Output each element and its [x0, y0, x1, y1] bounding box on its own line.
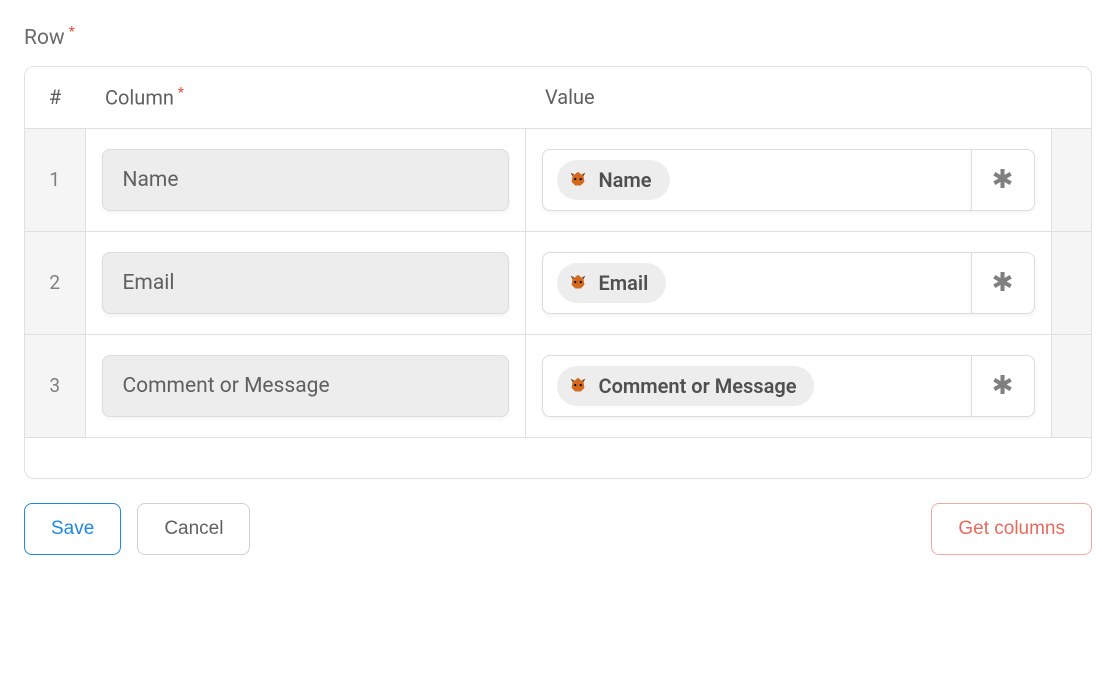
section-label-text: Row [24, 26, 65, 50]
asterisk-icon: ✱ [992, 371, 1014, 401]
required-indicator: * [69, 24, 75, 40]
cancel-button[interactable]: Cancel [137, 503, 250, 555]
value-input[interactable]: Name [542, 149, 971, 211]
header-value: Value [525, 67, 1051, 128]
value-options-button[interactable]: ✱ [971, 252, 1035, 314]
left-button-group: Save Cancel [24, 503, 250, 555]
table-footer-spacer [25, 437, 1091, 478]
table-row: 2 Email Email [25, 231, 1091, 334]
right-button-group: Get columns [931, 503, 1092, 555]
value-input[interactable]: Email [542, 252, 971, 314]
value-pill[interactable]: Comment or Message [557, 366, 815, 406]
row-trail [1051, 128, 1091, 231]
value-pill[interactable]: Email [557, 263, 667, 303]
row-trail [1051, 231, 1091, 334]
save-button[interactable]: Save [24, 503, 121, 555]
value-pill[interactable]: Name [557, 160, 670, 200]
value-pill-text: Name [599, 168, 652, 192]
action-button-row: Save Cancel Get columns [24, 503, 1092, 555]
value-options-button[interactable]: ✱ [971, 355, 1035, 417]
header-trail [1051, 67, 1091, 128]
fox-icon [567, 272, 589, 294]
value-pill-text: Comment or Message [599, 374, 797, 398]
header-num: # [25, 67, 85, 128]
row-number: 3 [25, 334, 85, 437]
row-table: # Column* Value 1 Name [25, 67, 1091, 478]
asterisk-icon: ✱ [992, 165, 1014, 195]
row-trail [1051, 334, 1091, 437]
row-number: 1 [25, 128, 85, 231]
fox-icon [567, 169, 589, 191]
table-row: 1 Name Name [25, 128, 1091, 231]
column-input[interactable]: Comment or Message [102, 355, 509, 417]
table-row: 3 Comment or Message Comment or [25, 334, 1091, 437]
column-input[interactable]: Name [102, 149, 509, 211]
header-column: Column* [85, 67, 525, 128]
get-columns-button[interactable]: Get columns [931, 503, 1092, 555]
row-table-container: # Column* Value 1 Name [24, 66, 1092, 479]
row-number: 2 [25, 231, 85, 334]
value-options-button[interactable]: ✱ [971, 149, 1035, 211]
value-pill-text: Email [599, 271, 649, 295]
required-indicator: * [178, 85, 184, 101]
section-label: Row* [24, 24, 75, 50]
fox-icon [567, 375, 589, 397]
value-input[interactable]: Comment or Message [542, 355, 971, 417]
column-input[interactable]: Email [102, 252, 509, 314]
asterisk-icon: ✱ [992, 268, 1014, 298]
